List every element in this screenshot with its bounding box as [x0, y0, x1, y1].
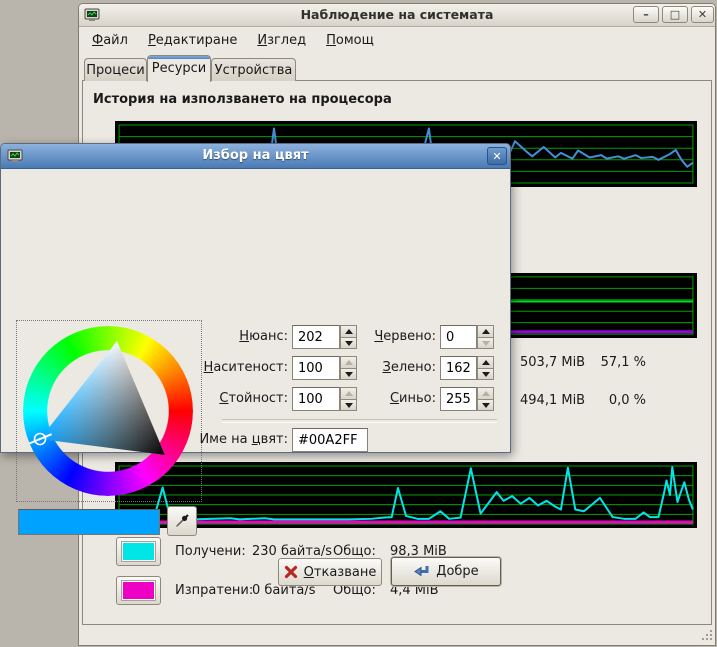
- saturation-input[interactable]: [292, 356, 340, 380]
- blue-spin-down[interactable]: [477, 399, 494, 411]
- sent-color-swatch: [122, 581, 155, 600]
- memory-used-value: 503,7 MiB: [520, 355, 585, 370]
- window-title: Наблюдение на системата: [79, 7, 715, 22]
- menubar: Файл Редактиране Изглед Помощ: [80, 28, 712, 52]
- ok-button[interactable]: Добре: [391, 557, 501, 586]
- saturation-label: Наситеност:: [180, 356, 288, 380]
- desktop: Наблюдение на системата – □ ✕ Файл Редак…: [0, 0, 717, 647]
- eyedropper-button[interactable]: [167, 506, 197, 536]
- maximize-button[interactable]: □: [662, 6, 688, 23]
- sent-label: Изпратени:: [175, 583, 253, 598]
- network-history-chart: [115, 462, 697, 528]
- hue-spin-up[interactable]: [340, 325, 357, 337]
- green-label: Зелено:: [365, 356, 436, 380]
- sent-color-button[interactable]: [116, 576, 161, 605]
- main-titlebar[interactable]: Наблюдение на системата: [79, 4, 715, 27]
- swap-percent-value: 0,0 %: [600, 393, 646, 408]
- eyedropper-icon: [174, 513, 190, 529]
- minimize-button[interactable]: –: [633, 6, 659, 23]
- green-input[interactable]: [440, 356, 477, 380]
- color-name-input[interactable]: [292, 428, 368, 452]
- ok-label: Добре: [436, 564, 478, 579]
- tab-devices[interactable]: Устройства: [211, 58, 296, 81]
- blue-label: Синьо:: [365, 387, 436, 411]
- cancel-button[interactable]: Отказване: [278, 558, 382, 586]
- red-input[interactable]: [440, 325, 477, 349]
- received-rate: 230 байта/s: [252, 544, 332, 559]
- color-name-label: Име на цвят:: [180, 428, 288, 452]
- received-label: Получени:: [175, 544, 246, 559]
- blue-spin-up[interactable]: [477, 387, 494, 399]
- green-spin-down[interactable]: [477, 368, 494, 380]
- resize-grip-icon[interactable]: [700, 628, 714, 642]
- saturation-spin-up[interactable]: [340, 356, 357, 368]
- received-color-swatch: [122, 542, 155, 561]
- hue-input[interactable]: [292, 325, 340, 349]
- dialog-title: Избор на цвят: [1, 148, 510, 163]
- dialog-separator: [222, 419, 497, 423]
- red-label: Червено:: [365, 325, 436, 349]
- saturation-spin-down[interactable]: [340, 368, 357, 380]
- menu-file[interactable]: Файл: [82, 30, 138, 51]
- tab-resources[interactable]: Ресурси: [147, 55, 211, 82]
- menu-help[interactable]: Помощ: [316, 30, 384, 51]
- value-spin-down[interactable]: [340, 399, 357, 411]
- received-color-button[interactable]: [116, 537, 161, 566]
- cancel-label: Отказване: [304, 565, 377, 580]
- red-spin-down[interactable]: [477, 337, 494, 349]
- memory-percent-value: 57,1 %: [598, 355, 646, 370]
- value-spin-up[interactable]: [340, 387, 357, 399]
- red-spin-up[interactable]: [477, 325, 494, 337]
- ok-enter-arrow-icon: [413, 564, 430, 579]
- statusbar: [80, 626, 714, 645]
- dialog-titlebar[interactable]: Избор на цвят: [1, 144, 510, 169]
- menu-view[interactable]: Изглед: [247, 30, 316, 51]
- close-button[interactable]: ✕: [691, 6, 714, 23]
- dialog-close-button[interactable]: ✕: [487, 147, 507, 165]
- blue-input[interactable]: [440, 387, 477, 411]
- hue-spin-down[interactable]: [340, 337, 357, 349]
- value-label: Стойност:: [180, 387, 288, 411]
- green-spin-up[interactable]: [477, 356, 494, 368]
- received-total-label: Общо:: [333, 544, 376, 559]
- current-color-swatch: [18, 509, 160, 535]
- cancel-x-icon: [284, 565, 298, 579]
- tab-processes[interactable]: Процеси: [84, 58, 147, 81]
- value-input[interactable]: [292, 387, 340, 411]
- hue-label: Нюанс:: [180, 325, 288, 349]
- cpu-history-title: История на използването на процесора: [93, 92, 392, 107]
- swap-used-value: 494,1 MiB: [520, 393, 585, 408]
- menu-edit[interactable]: Редактиране: [138, 30, 247, 51]
- hsv-triangle[interactable]: [23, 326, 193, 496]
